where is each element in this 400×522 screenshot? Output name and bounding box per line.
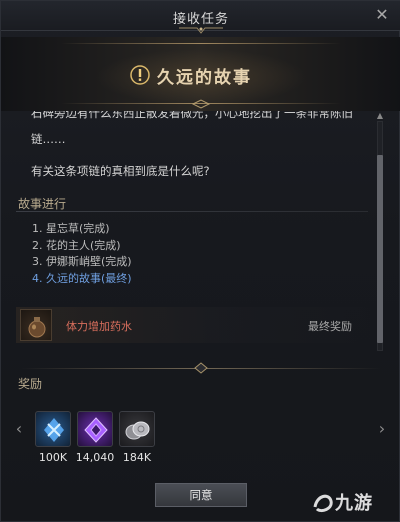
reward-slot[interactable] [119, 411, 155, 447]
banner-ornament-icon [191, 99, 211, 109]
agree-button[interactable]: 同意 [155, 483, 247, 507]
silver-coins-icon [125, 421, 150, 440]
progress-steps-list: 1. 星忘草(完成) 2. 花的主人(完成) 3. 伊娜斯峭壁(完成) 4. 久… [32, 221, 132, 287]
rewards-section-label: 奖励 [18, 377, 43, 391]
scroll-up-icon[interactable]: ▲ [373, 111, 387, 121]
close-icon: ✕ [375, 5, 389, 24]
potion-bag-icon [20, 309, 52, 341]
progress-step: 3. 伊娜斯峭壁(完成) [32, 255, 132, 268]
story-question: 有关这条项链的真相到底是什么呢? [31, 164, 210, 178]
chevron-left-icon: ‹ [15, 419, 23, 438]
rewards-prev-button[interactable]: ‹ [13, 419, 25, 439]
purple-gem-icon [84, 417, 108, 443]
divider-ornament-icon [194, 362, 208, 374]
progress-step: 2. 花的主人(完成) [32, 238, 121, 252]
watermark-text: 九游 [335, 493, 373, 514]
blue-crystal-icon [44, 418, 64, 442]
final-reward-item-row[interactable]: 体力增加药水 最终奖励 [16, 307, 372, 343]
progress-step: 1. 星忘草(完成) [32, 222, 110, 235]
close-button[interactable]: ✕ [373, 6, 391, 24]
chevron-right-icon: › [378, 419, 386, 438]
quest-accept-window: 接收任务 ✕ 久远的故事 石碑旁边有什么东西正散发着微光，小心地挖出了一条非常陈… [0, 0, 400, 522]
story-text-partial: 石碑旁边有什么东西正散发着微光，小心地挖出了一条非常陈旧的项 [31, 111, 353, 120]
quest-content-scroll[interactable]: 石碑旁边有什么东西正散发着微光，小心地挖出了一条非常陈旧的项 链…… 有关这条项… [1, 111, 373, 351]
reward-value: 184K [122, 451, 152, 464]
reward-slot[interactable] [35, 411, 71, 447]
final-item-name: 体力增加药水 [66, 320, 132, 333]
quest-banner: 久远的故事 [1, 37, 400, 111]
scrollbar-thumb[interactable] [377, 155, 383, 343]
title-bar: 接收任务 ✕ [1, 1, 400, 34]
progress-divider [16, 211, 368, 212]
rewards-next-button[interactable]: › [376, 419, 388, 439]
reward-slot[interactable] [77, 411, 113, 447]
final-reward-tag: 最终奖励 [308, 320, 352, 333]
quest-title: 久远的故事 [157, 68, 252, 88]
title-ornament-icon [179, 27, 223, 34]
progress-step-current: 4. 久远的故事(最终) [32, 271, 132, 285]
quest-exclamation-icon [130, 65, 150, 85]
banner-top-rule [61, 43, 341, 44]
story-text-line: 链…… [31, 132, 66, 146]
progress-section-label: 故事进行 [18, 197, 67, 211]
